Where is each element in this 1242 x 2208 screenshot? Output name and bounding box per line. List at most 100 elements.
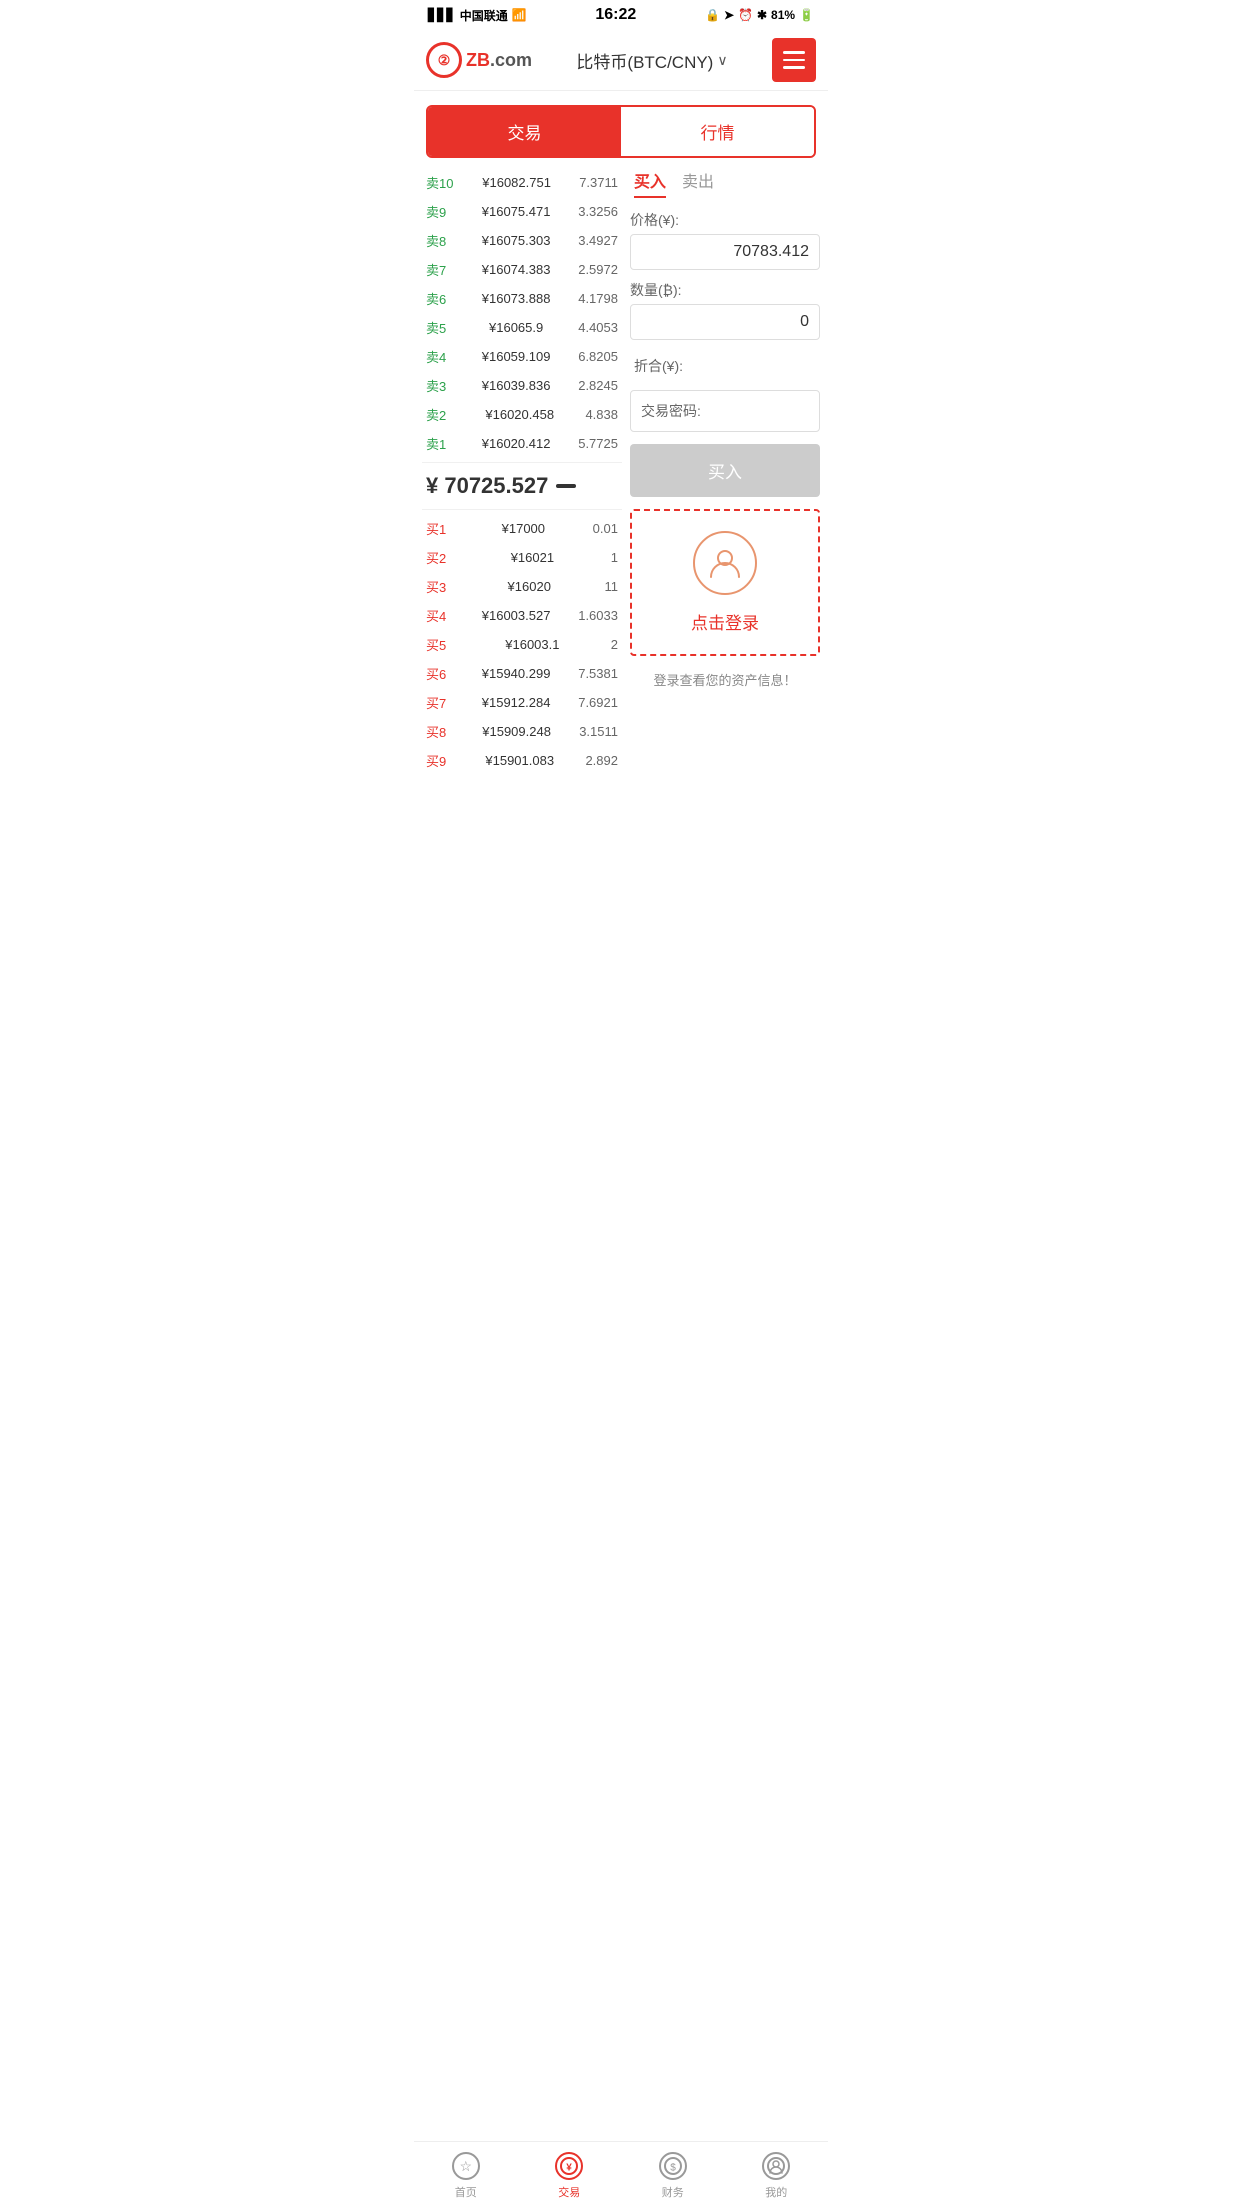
current-price: ¥ 70725.527 (426, 473, 548, 499)
carrier-name: 中国联通 (460, 7, 508, 24)
sell-order-6: 卖6 ¥16073.888 4.1798 (422, 284, 622, 313)
sell-qty-8: 3.4927 (578, 233, 618, 248)
buy-order-2: 买2 ¥16021 1 (422, 543, 622, 572)
buy-label-7: 买7 (426, 693, 454, 712)
svg-text:$: $ (670, 2163, 676, 2174)
status-time: 16:22 (595, 6, 636, 24)
sell-qty-9: 3.3256 (578, 204, 618, 219)
nav-label-finance: 财务 (662, 2184, 684, 2200)
login-avatar-icon (693, 531, 757, 595)
buy-order-5: 买5 ¥16003.1 2 (422, 630, 622, 659)
buy-label-6: 买6 (426, 664, 454, 683)
sell-order-4: 卖4 ¥16059.109 6.8205 (422, 342, 622, 371)
asset-hint: 登录查看您的资产信息！ (630, 664, 820, 699)
buy-sell-tabs: 买入 卖出 (630, 168, 820, 198)
buy-qty-7: 7.6921 (578, 695, 618, 710)
main-content: 卖10 ¥16082.751 7.3711 卖9 ¥16075.471 3.32… (414, 168, 828, 775)
sell-price-9: ¥16075.471 (482, 204, 551, 219)
battery-icon: 🔋 (799, 8, 814, 22)
header-title: 比特币(BTC/CNY) ∨ (576, 48, 727, 73)
sell-order-7: 卖7 ¥16074.383 2.5972 (422, 255, 622, 284)
buy-price-1: ¥17000 (502, 521, 545, 536)
logo-circle: ② (426, 42, 462, 78)
sell-label-1: 卖1 (426, 434, 454, 453)
price-input[interactable] (630, 234, 820, 270)
mine-icon (762, 2152, 790, 2180)
buy-qty-1: 0.01 (593, 521, 618, 536)
buy-order-4: 买4 ¥16003.527 1.6033 (422, 601, 622, 630)
buy-price-2: ¥16021 (511, 550, 554, 565)
buy-label-1: 买1 (426, 519, 454, 538)
buy-qty-6: 7.5381 (578, 666, 618, 681)
sell-qty-2: 4.838 (585, 407, 618, 422)
sell-order-2: 卖2 ¥16020.458 4.838 (422, 400, 622, 429)
sell-label-5: 卖5 (426, 318, 454, 337)
bottom-nav: ☆ 首页 ¥ 交易 $ 财务 我的 (414, 2141, 828, 2208)
sell-qty-10: 7.3711 (579, 175, 618, 190)
buy-qty-8: 3.1511 (579, 724, 618, 739)
header: ② ZB.com 比特币(BTC/CNY) ∨ (414, 30, 828, 91)
buy-tab[interactable]: 买入 (634, 168, 666, 198)
logo: ② ZB.com (426, 42, 532, 78)
sell-order-5: 卖5 ¥16065.9 4.4053 (422, 313, 622, 342)
qty-label: 数量(₿): (630, 280, 820, 300)
sell-order-8: 卖8 ¥16075.303 3.4927 (422, 226, 622, 255)
nav-item-mine[interactable]: 我的 (725, 2142, 829, 2208)
buy-qty-4: 1.6033 (578, 608, 618, 623)
sell-label-4: 卖4 (426, 347, 454, 366)
sell-price-7: ¥16074.383 (482, 262, 551, 277)
sell-label-6: 卖6 (426, 289, 454, 308)
buy-price-3: ¥16020 (508, 579, 551, 594)
login-click-text: 点击登录 (642, 609, 808, 634)
nav-label-mine: 我的 (765, 2184, 787, 2200)
buy-qty-2: 1 (611, 550, 618, 565)
trade-icon: ¥ (555, 2152, 583, 2180)
sell-price-10: ¥16082.751 (482, 175, 551, 190)
sell-qty-3: 2.8245 (578, 378, 618, 393)
buy-price-9: ¥15901.083 (485, 753, 554, 768)
buy-button[interactable]: 买入 (630, 444, 820, 497)
sell-label-9: 卖9 (426, 202, 454, 221)
nav-item-trade[interactable]: ¥ 交易 (518, 2142, 622, 2208)
sell-qty-4: 6.8205 (578, 349, 618, 364)
tab-trade[interactable]: 交易 (428, 107, 621, 156)
order-book: 卖10 ¥16082.751 7.3711 卖9 ¥16075.471 3.32… (422, 168, 622, 775)
menu-line-2 (783, 59, 805, 62)
login-prompt[interactable]: 点击登录 (630, 509, 820, 656)
sell-order-10: 卖10 ¥16082.751 7.3711 (422, 168, 622, 197)
tab-market[interactable]: 行情 (621, 107, 814, 156)
buy-order-6: 买6 ¥15940.299 7.5381 (422, 659, 622, 688)
menu-line-3 (783, 66, 805, 69)
status-bar: ▋▋▋ 中国联通 📶 16:22 🔒 ➤ ⏰ ✱ 81% 🔋 (414, 0, 828, 30)
bluetooth-icon: ✱ (757, 8, 767, 22)
sell-order-9: 卖9 ¥16075.471 3.3256 (422, 197, 622, 226)
logo-domain: .com (490, 50, 532, 70)
buy-qty-9: 2.892 (585, 753, 618, 768)
nav-item-home[interactable]: ☆ 首页 (414, 2142, 518, 2208)
nav-item-finance[interactable]: $ 财务 (621, 2142, 725, 2208)
lock-icon: 🔒 (705, 8, 720, 22)
password-row[interactable]: 交易密码: (630, 390, 820, 432)
sell-orders: 卖10 ¥16082.751 7.3711 卖9 ¥16075.471 3.32… (422, 168, 622, 458)
sell-price-4: ¥16059.109 (482, 349, 551, 364)
sell-label-2: 卖2 (426, 405, 454, 424)
buy-qty-3: 11 (604, 579, 618, 594)
sell-price-5: ¥16065.9 (489, 320, 543, 335)
battery-pct: 81% (771, 8, 795, 22)
sell-tab[interactable]: 卖出 (682, 168, 714, 198)
buy-label-5: 买5 (426, 635, 454, 654)
zhehe-row: 折合(¥): (630, 350, 820, 382)
chevron-down-icon[interactable]: ∨ (717, 52, 727, 69)
buy-price-4: ¥16003.527 (482, 608, 551, 623)
qty-field: 数量(₿): (630, 280, 820, 340)
current-price-row: ¥ 70725.527 (422, 462, 622, 510)
sell-qty-7: 2.5972 (578, 262, 618, 277)
qty-input[interactable] (630, 304, 820, 340)
logo-text: ZB.com (466, 50, 532, 71)
status-left: ▋▋▋ 中国联通 📶 (428, 7, 527, 24)
buy-orders: 买1 ¥17000 0.01 买2 ¥16021 1 买3 ¥16020 11 … (422, 514, 622, 775)
nav-label-trade: 交易 (558, 2184, 580, 2200)
price-field: 价格(¥): (630, 210, 820, 270)
menu-button[interactable] (772, 38, 816, 82)
price-direction-icon (556, 484, 576, 488)
